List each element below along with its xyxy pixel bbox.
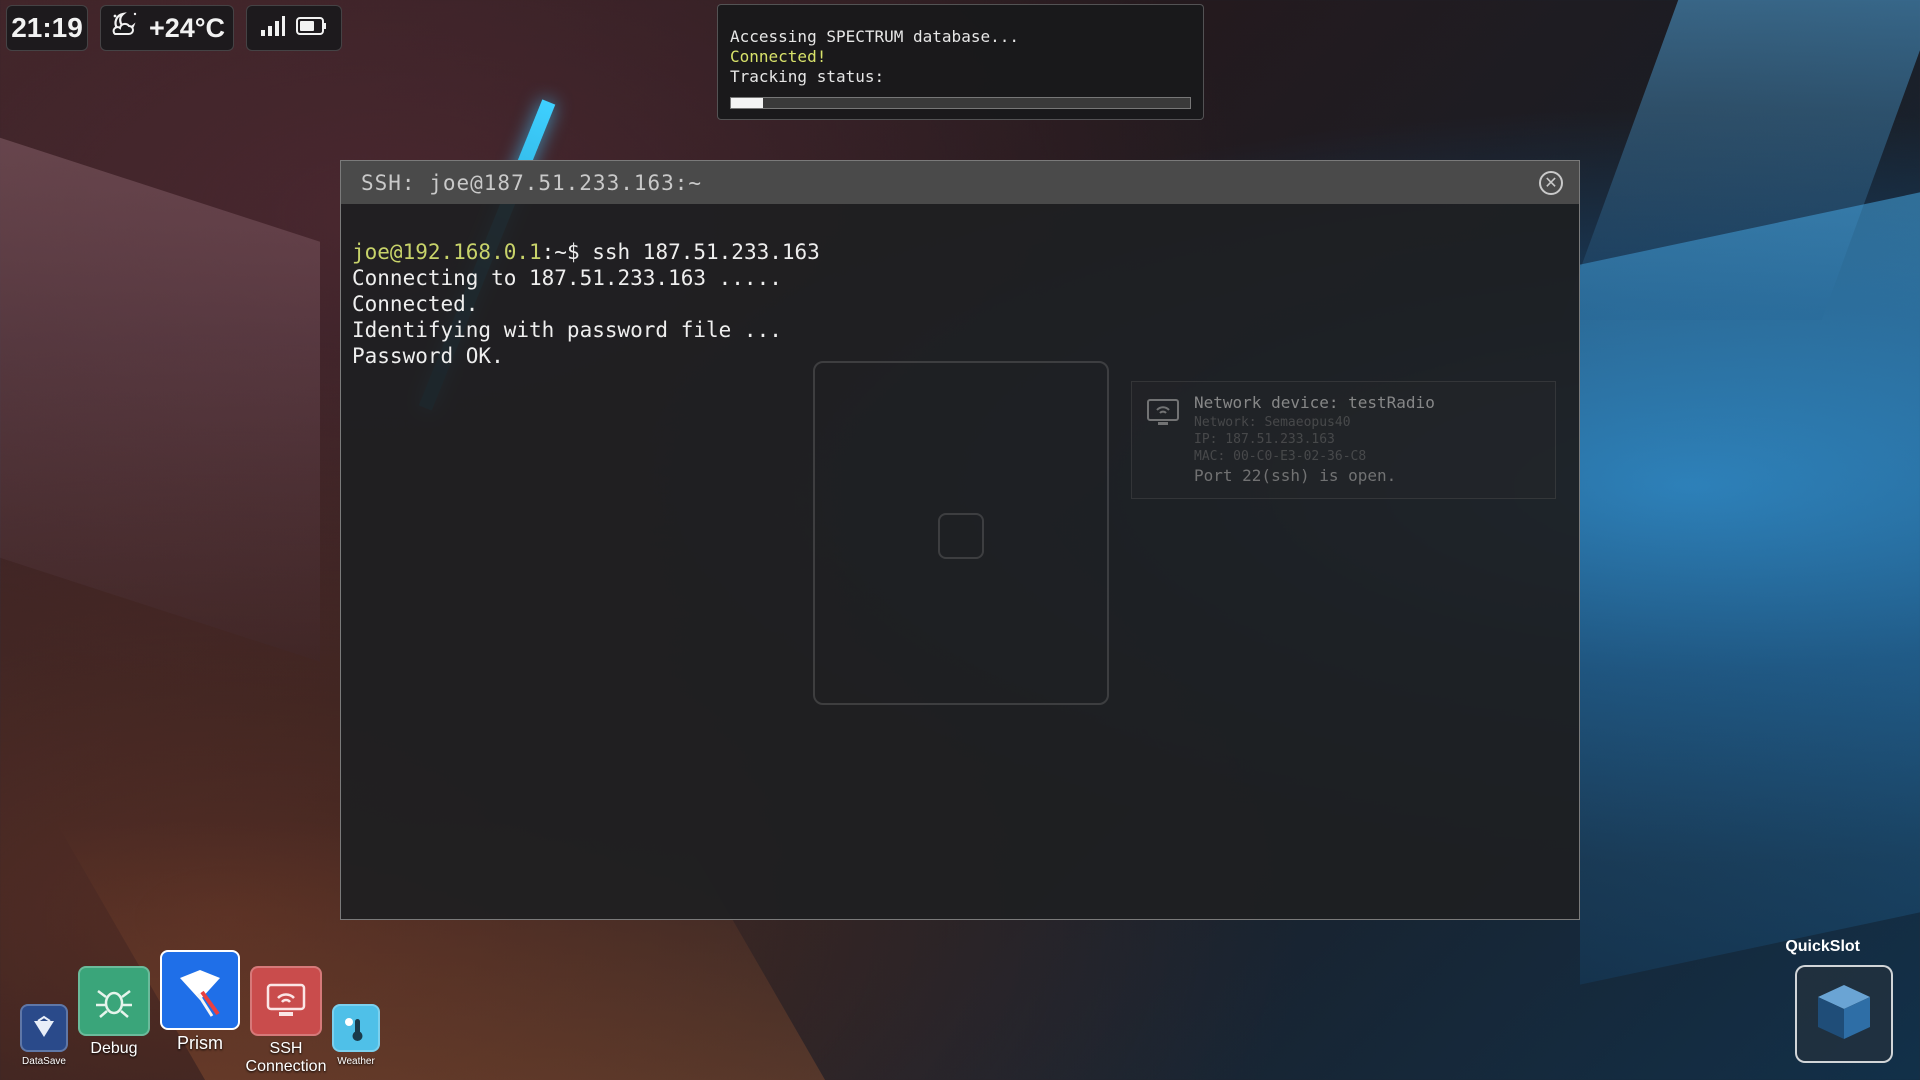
weather-widget: +24°C <box>100 5 234 51</box>
dock-label: Weather <box>337 1056 375 1067</box>
terminal-line: Connected. <box>352 292 479 316</box>
device-ip: IP: 187.51.233.163 <box>1194 432 1335 447</box>
notification-line: Accessing SPECTRUM database... <box>730 27 1019 46</box>
dock-label: Prism <box>177 1033 223 1053</box>
dock-item-datasave[interactable]: DataSave <box>20 1004 68 1067</box>
debug-bug-icon <box>78 966 150 1036</box>
terminal-prompt-line: joe@192.168.0.1:~$ ssh 187.51.233.163 <box>352 239 1579 265</box>
datasave-icon <box>20 1004 68 1052</box>
weather-icon <box>332 1004 380 1052</box>
dock-item-debug[interactable]: Debug <box>78 966 150 1058</box>
clock-widget: 21:19 <box>6 5 88 51</box>
ssh-monitor-icon <box>250 966 322 1036</box>
signal-bars-icon <box>260 15 286 41</box>
ssh-window[interactable]: SSH: joe@187.51.233.163:~ ✕ Network devi… <box>340 160 1580 920</box>
ghost-drop-frame <box>813 361 1109 705</box>
ghost-target-icon <box>938 513 984 559</box>
quickslot-label: QuickSlot <box>1785 938 1860 955</box>
window-titlebar[interactable]: SSH: joe@187.51.233.163:~ ✕ <box>341 161 1579 204</box>
device-mac: MAC: 00-C0-E3-02-36-C8 <box>1194 449 1367 464</box>
cube-icon <box>1809 977 1879 1051</box>
terminal-output[interactable]: joe@192.168.0.1:~$ ssh 187.51.233.163 Co… <box>341 204 1579 369</box>
tracking-progress-fill <box>731 98 764 108</box>
prompt-user: joe@192.168.0.1 <box>352 240 542 264</box>
terminal-line: Identifying with password file ... <box>352 318 782 342</box>
close-button[interactable]: ✕ <box>1539 171 1563 195</box>
background-shape <box>1561 0 1920 320</box>
quickslot-button[interactable] <box>1795 965 1893 1063</box>
battery-icon <box>296 16 328 40</box>
dock-label: SSH Connection <box>245 1040 327 1075</box>
background-shape <box>1580 175 1920 985</box>
network-widget <box>246 5 342 51</box>
prompt-command: :~$ ssh 187.51.233.163 <box>541 240 820 264</box>
dock-item-prism[interactable]: Prism <box>160 950 240 1054</box>
tracking-progress-bar <box>730 97 1191 109</box>
device-info-panel: Network device: testRadio Network: Semae… <box>1131 381 1556 499</box>
tracking-notification: Accessing SPECTRUM database... Connected… <box>717 4 1204 120</box>
background-shape <box>0 118 320 662</box>
device-network: Network: Semaeopus40 <box>1194 415 1351 430</box>
temperature: +24°C <box>148 12 226 43</box>
clock-time: 21:19 <box>11 12 83 43</box>
ssh-monitor-icon <box>1146 398 1180 432</box>
prism-icon <box>160 950 240 1030</box>
dock-label: Debug <box>90 1040 138 1057</box>
dock-item-ssh-connection[interactable]: SSH Connection <box>246 966 326 1075</box>
dock-label: DataSave <box>22 1056 66 1067</box>
notification-line: Tracking status: <box>730 67 885 86</box>
terminal-line: Connecting to 187.51.233.163 ..... <box>352 266 782 290</box>
window-title: SSH: joe@187.51.233.163:~ <box>361 170 703 195</box>
notification-connected: Connected! <box>730 47 827 66</box>
moon-cloud-icon <box>109 10 141 47</box>
close-icon: ✕ <box>1544 173 1558 192</box>
device-port: Port 22(ssh) is open. <box>1194 466 1397 485</box>
dock-item-weather[interactable]: Weather <box>332 1004 380 1067</box>
device-title: Network device: testRadio <box>1194 393 1435 412</box>
